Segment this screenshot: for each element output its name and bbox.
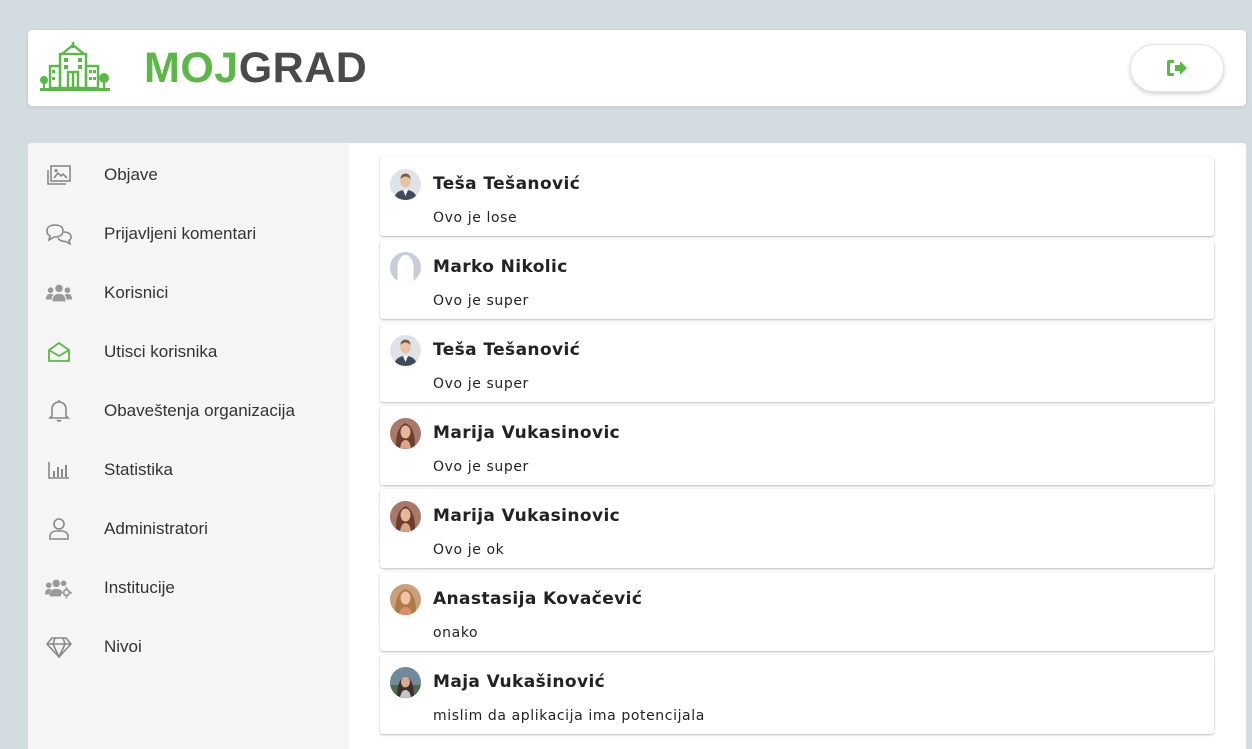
- sidebar-item-label: Prijavljeni komentari: [104, 224, 257, 243]
- woman-avatar: [390, 501, 421, 532]
- comments-icon: [45, 220, 73, 248]
- envelope-open-icon: [45, 338, 73, 366]
- feedback-text: onako: [433, 625, 479, 641]
- feedback-card[interactable]: Marko Nikolic Ovo je super: [380, 240, 1214, 319]
- user-name: Anastasija Kovačević: [433, 589, 643, 609]
- sidebar-item-label: Utisci korisnika: [104, 342, 218, 361]
- sidebar-item-korisnici[interactable]: Korisnici: [28, 271, 349, 315]
- sidebar-item-objave[interactable]: Objave: [28, 153, 349, 197]
- users-gear-icon: [45, 574, 73, 602]
- woman-outdoor-avatar: [390, 667, 421, 698]
- user-name: Teša Tešanović: [433, 174, 581, 194]
- feedback-list: Teša Tešanović Ovo je lose Marko Nikolic…: [380, 143, 1214, 749]
- sidebar-item-utisci-korisnika[interactable]: Utisci korisnika: [28, 330, 349, 374]
- sidebar-item-administratori[interactable]: Administratori: [28, 507, 349, 551]
- feedback-card[interactable]: Teša Tešanović Ovo je lose: [380, 157, 1214, 236]
- user-name: Marko Nikolic: [433, 257, 568, 277]
- feedback-card[interactable]: Marija Vukasinovic Ovo je super: [380, 406, 1214, 485]
- feedback-text: Ovo je super: [433, 376, 529, 392]
- sidebar-item-nivoi[interactable]: Nivoi: [28, 625, 349, 669]
- man-suit-avatar: [390, 169, 421, 200]
- man-suit-avatar: [390, 335, 421, 366]
- logo[interactable]: MOJGRAD: [38, 40, 367, 96]
- user-name: Marija Vukasinovic: [433, 423, 621, 443]
- brand-name: MOJGRAD: [144, 44, 367, 93]
- feedback-text: Ovo je lose: [433, 210, 518, 226]
- feedback-text: mislim da aplikacija ima potencijala: [433, 708, 705, 724]
- sidebar-item-institucije[interactable]: Institucije: [28, 566, 349, 610]
- sidebar-item-label: Korisnici: [104, 283, 169, 302]
- sidebar-item-label: Obaveštenja organizacija: [104, 401, 295, 420]
- feedback-card[interactable]: Marija Vukasinovic Ovo je ok: [380, 489, 1214, 568]
- feedback-text: Ovo je ok: [433, 542, 505, 558]
- feedback-card[interactable]: Teša Tešanović Ovo je super: [380, 323, 1214, 402]
- diamond-icon: [45, 633, 73, 661]
- bar-chart-icon: [45, 456, 73, 484]
- user-icon: [45, 515, 73, 543]
- brand-grad: GRAD: [238, 43, 368, 92]
- sidebar: Objave Prijavljeni komentari Korisnici U…: [28, 143, 349, 749]
- sign-out-icon: [1167, 60, 1187, 76]
- feedback-card[interactable]: Anastasija Kovačević onako: [380, 572, 1214, 651]
- feedback-card[interactable]: Maja Vukašinović mislim da aplikacija im…: [380, 655, 1214, 734]
- feedback-text: Ovo je super: [433, 459, 529, 475]
- sidebar-item-label: Statistika: [104, 460, 173, 479]
- sidebar-item-label: Administratori: [104, 519, 208, 538]
- sidebar-item-label: Objave: [104, 165, 158, 184]
- main-panel: Objave Prijavljeni komentari Korisnici U…: [28, 143, 1246, 749]
- user-name: Marija Vukasinovic: [433, 506, 621, 526]
- sidebar-item-obavestenja-organizacija[interactable]: Obaveštenja organizacija: [28, 389, 349, 433]
- woman-avatar: [390, 418, 421, 449]
- brand-moj: MOJ: [144, 43, 239, 92]
- logout-button[interactable]: [1130, 44, 1224, 92]
- top-header: MOJGRAD: [28, 30, 1246, 106]
- feedback-text: Ovo je super: [433, 293, 529, 309]
- sidebar-item-label: Institucije: [104, 578, 175, 597]
- users-icon: [45, 279, 73, 307]
- user-name: Teša Tešanović: [433, 340, 581, 360]
- sidebar-item-prijavljeni-komentari[interactable]: Prijavljeni komentari: [28, 212, 349, 256]
- sidebar-item-statistika[interactable]: Statistika: [28, 448, 349, 492]
- default-avatar: [390, 252, 421, 283]
- images-icon: [45, 161, 73, 189]
- sidebar-item-label: Nivoi: [104, 637, 142, 656]
- woman-blonde-avatar: [390, 584, 421, 615]
- bell-icon: [45, 397, 73, 425]
- user-name: Maja Vukašinović: [433, 672, 606, 692]
- city-logo-icon: [40, 42, 110, 91]
